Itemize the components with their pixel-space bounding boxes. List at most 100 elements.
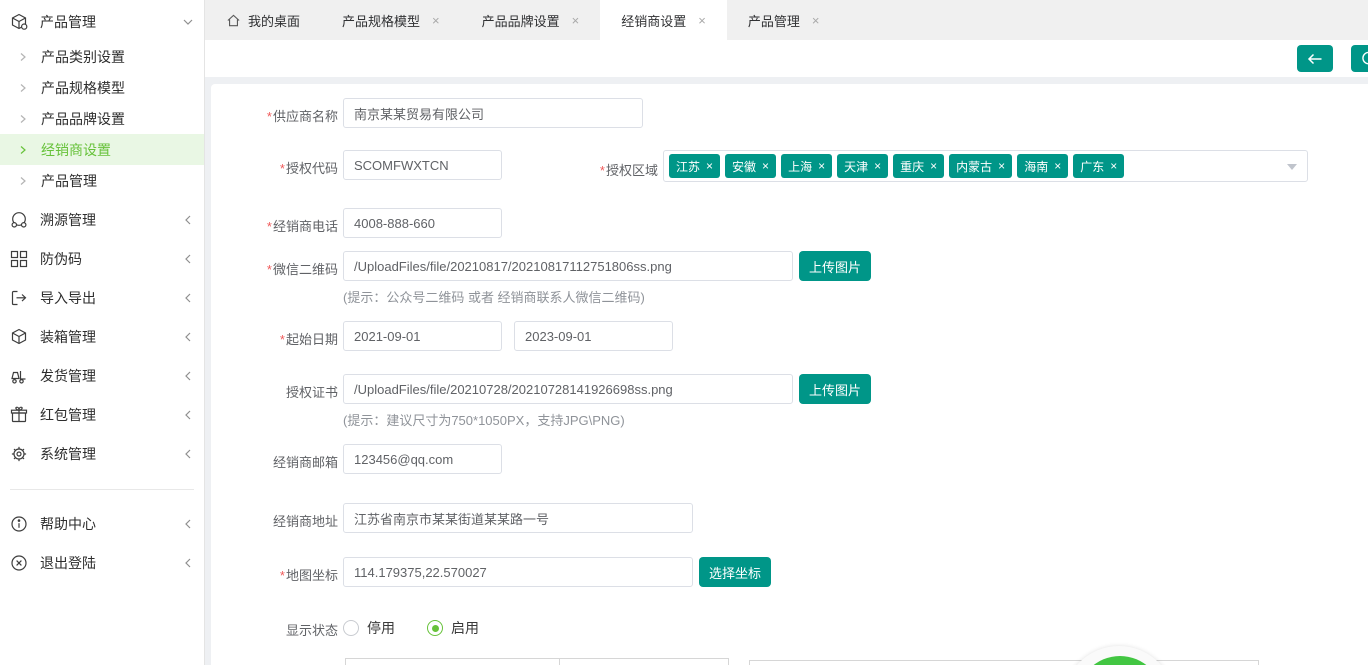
tag-close-icon[interactable]: × — [818, 159, 825, 173]
form-row-dealer-address: 经销商地址 — [227, 503, 1368, 533]
upload-image-button[interactable]: 上传图片 — [799, 374, 871, 404]
sidebar-subitem-label: 产品规格模型 — [41, 78, 125, 98]
sidebar-item-packing-management[interactable]: 装箱管理 — [0, 317, 204, 356]
sidebar-item-label: 导入导出 — [40, 288, 182, 308]
sidebar-item-label: 红包管理 — [40, 405, 182, 425]
refresh-icon — [1361, 51, 1368, 66]
end-date-input[interactable] — [514, 321, 673, 351]
logout-circle-icon — [9, 553, 28, 572]
chevron-right-icon — [18, 114, 28, 124]
radio-label[interactable]: 启用 — [451, 618, 479, 638]
sidebar-subitem-label: 产品管理 — [41, 171, 97, 191]
radio-label[interactable]: 停用 — [367, 618, 395, 638]
close-icon[interactable]: × — [698, 13, 706, 28]
select-coords-button[interactable]: 选择坐标 — [699, 557, 771, 587]
tab-product-brand[interactable]: 产品品牌设置 × — [461, 0, 601, 40]
form-row-display-status: 显示状态 停用 启用 — [227, 618, 1368, 639]
preview-table-divider — [559, 659, 560, 665]
sidebar-item-shipping-management[interactable]: 发货管理 — [0, 356, 204, 395]
region-tag: 重庆× — [893, 154, 944, 178]
required-asterisk: * — [280, 161, 285, 176]
tag-close-icon[interactable]: × — [762, 159, 769, 173]
auth-cert-hint: (提示：建议尺寸为750*1050PX，支持JPG\PNG) — [343, 410, 871, 427]
sidebar-item-redpacket-management[interactable]: 红包管理 — [0, 395, 204, 434]
sidebar-item-help-center[interactable]: 帮助中心 — [0, 504, 204, 543]
upload-image-button[interactable]: 上传图片 — [799, 251, 871, 281]
sidebar-item-logout[interactable]: 退出登陆 — [0, 543, 204, 582]
sidebar-subitem-product-spec[interactable]: 产品规格模型 — [0, 72, 204, 103]
sidebar-item-label: 装箱管理 — [40, 327, 182, 347]
field-label: 经销商地址 — [227, 503, 338, 530]
tab-bar: 我的桌面 产品规格模型 × 产品品牌设置 × 经销商设置 × 产品管理 × — [205, 0, 1368, 40]
home-icon — [226, 13, 241, 28]
sidebar-subitem-label: 产品类别设置 — [41, 47, 125, 67]
tag-close-icon[interactable]: × — [874, 159, 881, 173]
sidebar-subitem-dealer-settings[interactable]: 经销商设置 — [0, 134, 204, 165]
dealer-phone-input[interactable] — [343, 208, 502, 238]
sidebar-subitem-product-category[interactable]: 产品类别设置 — [0, 41, 204, 72]
tab-product-spec[interactable]: 产品规格模型 × — [321, 0, 461, 40]
tab-label: 我的桌面 — [248, 11, 300, 30]
start-date-input[interactable] — [343, 321, 502, 351]
region-tag: 内蒙古× — [949, 154, 1012, 178]
import-export-icon — [9, 288, 28, 307]
tag-close-icon[interactable]: × — [930, 159, 937, 173]
radio-enabled[interactable] — [427, 620, 443, 636]
radio-disabled[interactable] — [343, 620, 359, 636]
info-circle-icon — [9, 514, 28, 533]
wechat-qr-input[interactable] — [343, 251, 793, 281]
chevron-left-icon — [182, 518, 194, 530]
sidebar-item-anticounterfeit-code[interactable]: 防伪码 — [0, 239, 204, 278]
tag-close-icon[interactable]: × — [1110, 159, 1117, 173]
map-coords-input[interactable] — [343, 557, 693, 587]
field-label: 经销商邮箱 — [227, 444, 338, 471]
chevron-left-icon — [182, 409, 194, 421]
forklift-icon — [9, 366, 28, 385]
product-cube-gear-icon — [9, 12, 28, 31]
auth-code-input[interactable] — [343, 150, 502, 180]
field-label: *授权区域 — [547, 150, 658, 179]
close-icon[interactable]: × — [432, 13, 440, 28]
tab-my-desktop[interactable]: 我的桌面 — [205, 0, 321, 40]
required-asterisk: * — [267, 109, 272, 124]
dealer-email-input[interactable] — [343, 444, 502, 474]
sidebar-subitem-product-management[interactable]: 产品管理 — [0, 165, 204, 196]
sidebar-subitem-product-brand[interactable]: 产品品牌设置 — [0, 103, 204, 134]
tab-dealer-settings[interactable]: 经销商设置 × — [600, 0, 727, 40]
sidebar-item-label: 溯源管理 — [40, 210, 182, 230]
gift-icon — [9, 405, 28, 424]
auth-cert-input[interactable] — [343, 374, 793, 404]
auth-region-multiselect[interactable]: 江苏× 安徽× 上海× 天津× 重庆× 内蒙古× 海南× 广东× — [663, 150, 1308, 182]
form-row-map-coords: *地图坐标 选择坐标 — [227, 557, 1368, 587]
sidebar-item-product-management[interactable]: 产品管理 — [0, 2, 204, 41]
field-label: 授权证书 — [227, 374, 338, 401]
package-box-icon — [9, 327, 28, 346]
tab-product-management[interactable]: 产品管理 × — [727, 0, 841, 40]
chevron-down-icon — [182, 16, 194, 28]
required-asterisk: * — [267, 262, 272, 277]
tag-close-icon[interactable]: × — [998, 159, 1005, 173]
tab-label: 产品规格模型 — [342, 11, 420, 30]
region-tag: 安徽× — [725, 154, 776, 178]
tag-close-icon[interactable]: × — [1054, 159, 1061, 173]
required-asterisk: * — [280, 568, 285, 583]
sidebar-item-system-management[interactable]: 系统管理 — [0, 434, 204, 473]
gear-icon — [9, 444, 28, 463]
refresh-button[interactable] — [1351, 45, 1368, 72]
sidebar-subitem-label: 产品品牌设置 — [41, 109, 125, 129]
sidebar-item-trace-management[interactable]: 溯源管理 — [0, 200, 204, 239]
chevron-left-icon — [182, 253, 194, 265]
sidebar-item-import-export[interactable]: 导入导出 — [0, 278, 204, 317]
sidebar-item-label: 防伪码 — [40, 249, 182, 269]
region-tag: 江苏× — [669, 154, 720, 178]
close-icon[interactable]: × — [812, 13, 820, 28]
chevron-right-icon — [18, 176, 28, 186]
region-tag: 上海× — [781, 154, 832, 178]
dealer-address-input[interactable] — [343, 503, 693, 533]
tag-close-icon[interactable]: × — [706, 159, 713, 173]
display-status-radio-group: 停用 启用 — [343, 618, 511, 638]
close-icon[interactable]: × — [572, 13, 580, 28]
field-label: *供应商名称 — [227, 98, 338, 125]
back-button[interactable] — [1297, 45, 1333, 72]
supplier-name-input[interactable] — [343, 98, 643, 128]
